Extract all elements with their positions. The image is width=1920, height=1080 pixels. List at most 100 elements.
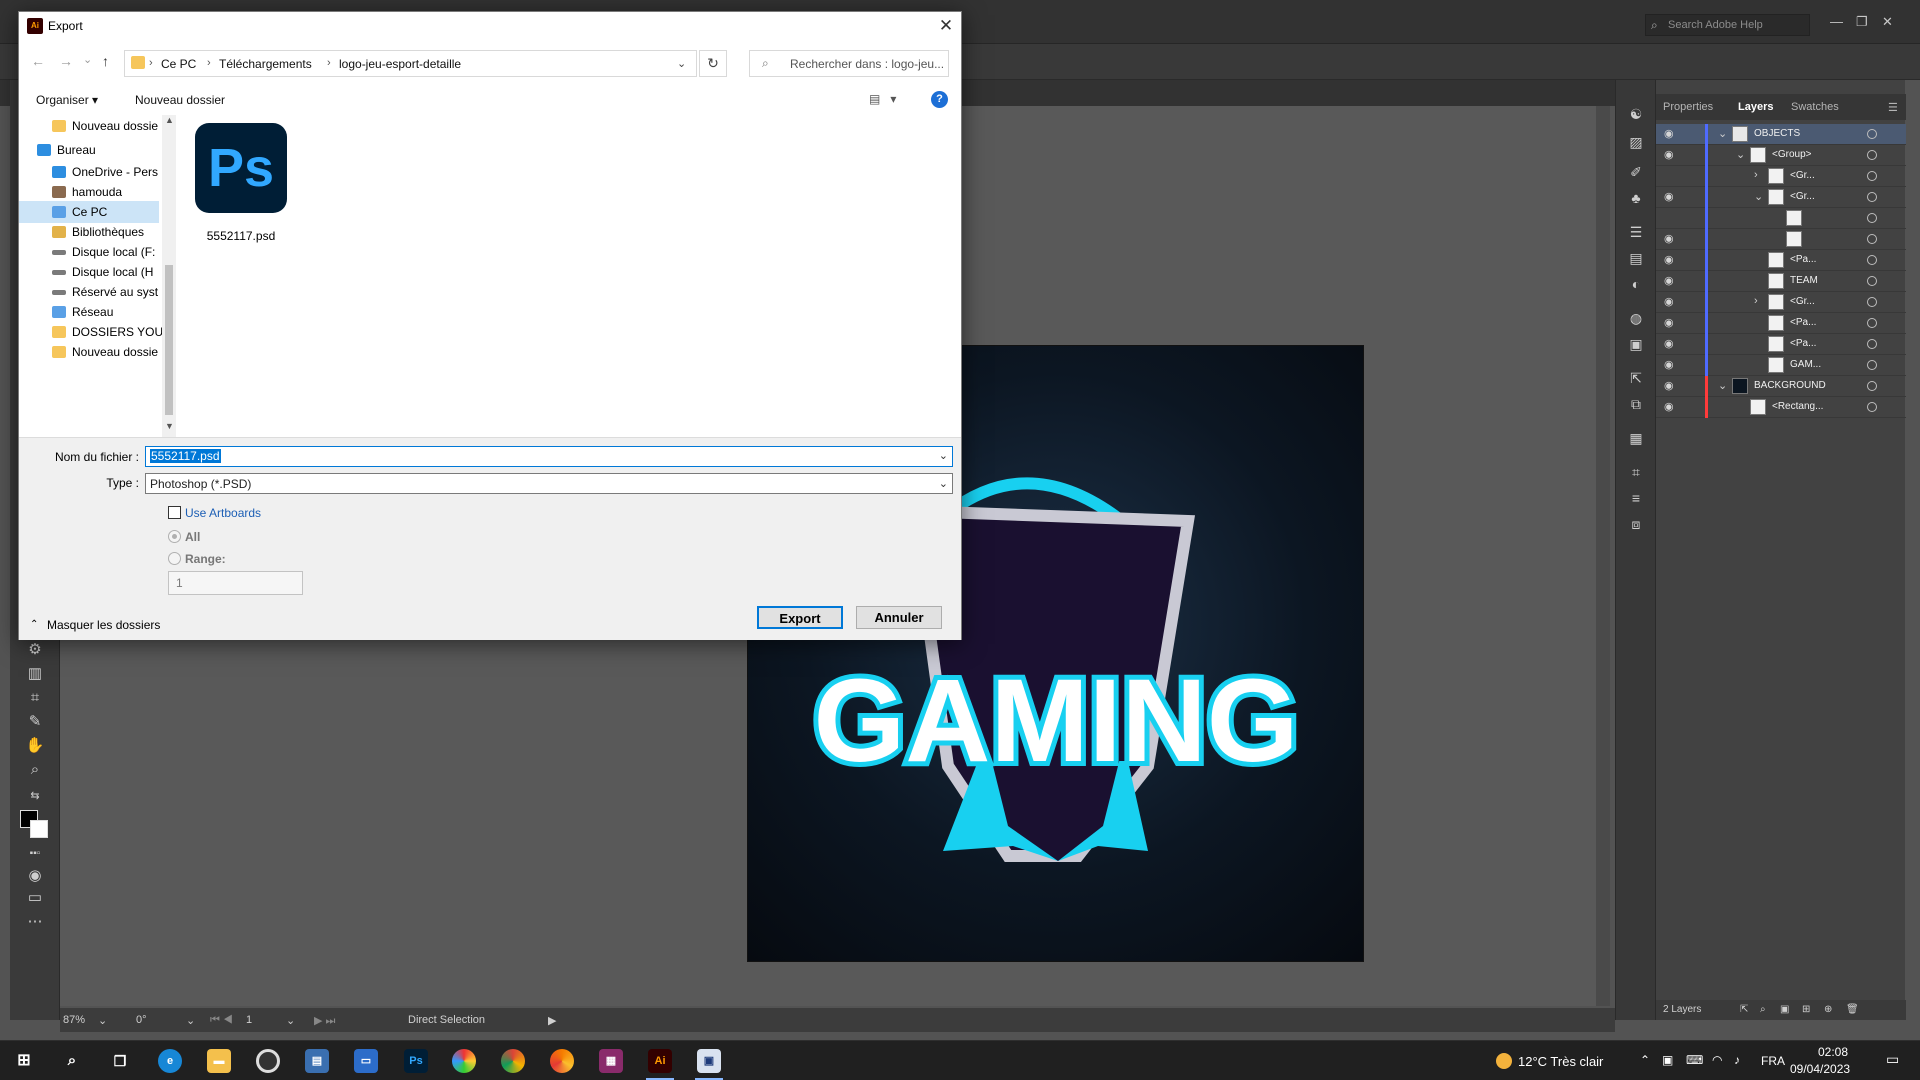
align-icon[interactable]: ≡ — [1626, 490, 1646, 508]
make-clipping-mask-icon[interactable]: ▣ — [1780, 1004, 1789, 1015]
up-arrow-icon[interactable]: ↑ — [102, 53, 109, 69]
nav-item[interactable]: OneDrive - Pers — [19, 161, 159, 183]
help-icon[interactable]: ? — [931, 91, 948, 108]
chevron-right-icon[interactable]: › — [1754, 295, 1758, 307]
stroke-icon[interactable]: ☰ — [1626, 224, 1646, 242]
symbols-icon[interactable]: ♣ — [1626, 190, 1646, 208]
view-options-button[interactable]: ▤ ▾ — [869, 92, 896, 106]
filename-field[interactable]: 5552117.psd ⌄ — [145, 446, 953, 467]
nav-item[interactable]: Ce PC — [19, 201, 159, 223]
help-search-input[interactable]: ⌕ Search Adobe Help — [1645, 14, 1810, 36]
layer-row[interactable]: ◉ <Pa... — [1656, 313, 1906, 334]
visibility-eye-icon[interactable]: ◉ — [1664, 400, 1678, 413]
all-radio[interactable] — [168, 530, 181, 543]
transform-icon[interactable]: ⌗ — [1626, 464, 1646, 482]
transparency-icon[interactable]: ◐ — [1626, 276, 1646, 294]
windows-start-icon[interactable]: ⊞ — [12, 1049, 36, 1073]
nav-item[interactable]: Bibliothèques — [19, 221, 159, 243]
draw-mode-icon[interactable]: ◉ — [24, 866, 46, 886]
layer-row[interactable]: ◉ GAM... — [1656, 355, 1906, 376]
file-explorer-icon[interactable]: ▬ — [207, 1049, 231, 1073]
pathfinder-icon[interactable]: ⧈ — [1626, 516, 1646, 534]
chevron-down-icon[interactable]: ⌄ — [1754, 190, 1763, 203]
wifi-icon[interactable]: ◠ — [1712, 1053, 1722, 1067]
maximize-icon[interactable]: ❐ — [1856, 14, 1868, 30]
export-window-icon[interactable]: ▣ — [697, 1049, 721, 1073]
volume-icon[interactable]: ♪ — [1734, 1053, 1740, 1067]
visibility-eye-icon[interactable]: ◉ — [1664, 274, 1678, 287]
back-arrow-icon[interactable]: ← — [31, 53, 45, 69]
artboard-next-icon[interactable]: ▶ ⏭ — [314, 1014, 335, 1028]
brushes-icon[interactable]: ✐ — [1626, 164, 1646, 182]
canvas-vertical-scrollbar[interactable] — [1596, 106, 1610, 1006]
visibility-eye-icon[interactable]: ◉ — [1664, 358, 1678, 371]
layer-row[interactable]: ◉ <Pa... — [1656, 250, 1906, 271]
artboard-prev-icon[interactable]: ⏮ ◀ — [210, 1014, 233, 1027]
navigation-scrollbar[interactable]: ▲ ▼ — [162, 115, 176, 437]
chevron-right-icon[interactable]: › — [1754, 169, 1758, 181]
task-view-icon[interactable]: ❐ — [108, 1049, 132, 1073]
close-window-icon[interactable]: ✕ — [1882, 14, 1893, 30]
chevron-down-icon[interactable]: ⌄ — [1718, 127, 1727, 140]
chevron-down-icon[interactable]: ⌄ — [939, 477, 948, 490]
obs-icon[interactable] — [256, 1049, 280, 1073]
export-layer-icon[interactable]: ⇱ — [1740, 1004, 1748, 1015]
minimize-icon[interactable]: — — [1830, 14, 1843, 29]
layer-row[interactable]: ◉ ⌄ <Gr... — [1656, 187, 1906, 208]
layer-target-icon[interactable] — [1867, 171, 1877, 181]
language-bar-icon[interactable]: ⌨ — [1686, 1053, 1703, 1067]
chrome-canary-icon[interactable] — [550, 1049, 574, 1073]
layer-row[interactable]: ◉ <Rectang... — [1656, 397, 1906, 418]
nav-item[interactable]: Disque local (H — [19, 261, 159, 283]
libraries-icon[interactable]: ▦ — [1626, 430, 1646, 448]
export-button[interactable]: Export — [757, 606, 843, 629]
layer-row[interactable]: ◉ <Pa... — [1656, 334, 1906, 355]
layer-target-icon[interactable] — [1867, 339, 1877, 349]
graph-tool-icon[interactable]: ▥ — [24, 664, 46, 684]
artboards-icon[interactable]: ⧉ — [1626, 396, 1646, 414]
layer-target-icon[interactable] — [1867, 234, 1877, 244]
layer-row[interactable]: › <Gr... — [1656, 166, 1906, 187]
tab-properties[interactable]: Properties — [1663, 101, 1713, 113]
folder-search-input[interactable]: ⌕ Rechercher dans : logo-jeu... — [749, 50, 949, 77]
edge-browser-icon[interactable]: e — [158, 1049, 182, 1073]
file-type-select[interactable]: Photoshop (*.PSD) ⌄ — [145, 473, 953, 494]
rotation-value[interactable]: 0° — [136, 1014, 147, 1026]
layer-target-icon[interactable] — [1867, 297, 1877, 307]
delete-layer-icon[interactable]: 🗑 — [1846, 1004, 1859, 1015]
color-app-icon[interactable] — [452, 1049, 476, 1073]
winrar-icon[interactable]: ▦ — [599, 1049, 623, 1073]
nav-item[interactable]: Disque local (F: — [19, 241, 159, 263]
layer-target-icon[interactable] — [1867, 150, 1877, 160]
locate-object-icon[interactable]: ⌕ — [1760, 1004, 1766, 1015]
chevron-down-icon[interactable]: ⌄ — [677, 57, 686, 70]
layer-row[interactable]: ◉ ⌄ OBJECTS — [1656, 124, 1906, 145]
search-icon[interactable]: ⌕ — [60, 1049, 84, 1073]
visibility-eye-icon[interactable]: ◉ — [1664, 253, 1678, 266]
visibility-eye-icon[interactable]: ◉ — [1664, 337, 1678, 350]
breadcrumb-telechargements[interactable]: Téléchargements — [219, 57, 312, 71]
color-panel-icon[interactable]: ☯ — [1626, 106, 1646, 124]
layer-row[interactable] — [1656, 208, 1906, 229]
chrome-icon[interactable] — [501, 1049, 525, 1073]
close-icon[interactable]: ✕ — [935, 15, 957, 37]
remote-desktop-icon[interactable]: ▭ — [354, 1049, 378, 1073]
layer-row[interactable]: ◉ TEAM — [1656, 271, 1906, 292]
layer-target-icon[interactable] — [1867, 381, 1877, 391]
chevron-up-icon[interactable]: ⌃ — [1640, 1053, 1650, 1067]
breadcrumb-ce-pc[interactable]: Ce PC — [161, 57, 196, 71]
scroll-down-icon[interactable]: ▼ — [165, 421, 174, 431]
graphic-styles-icon[interactable]: ▣ — [1626, 336, 1646, 354]
tab-swatches[interactable]: Swatches — [1791, 101, 1839, 113]
layer-target-icon[interactable] — [1867, 213, 1877, 223]
scroll-up-icon[interactable]: ▲ — [165, 115, 174, 125]
artboard-number[interactable]: 1 — [246, 1014, 252, 1026]
layer-target-icon[interactable] — [1867, 402, 1877, 412]
layer-target-icon[interactable] — [1867, 318, 1877, 328]
visibility-eye-icon[interactable]: ◉ — [1664, 232, 1678, 245]
hand-tool-icon[interactable]: ✋ — [24, 736, 46, 756]
photoshop-icon[interactable]: Ps — [404, 1049, 428, 1073]
clock-time[interactable]: 02:08 — [1800, 1045, 1848, 1059]
new-folder-button[interactable]: Nouveau dossier — [135, 93, 225, 107]
illustrator-icon[interactable]: Ai — [648, 1049, 672, 1073]
